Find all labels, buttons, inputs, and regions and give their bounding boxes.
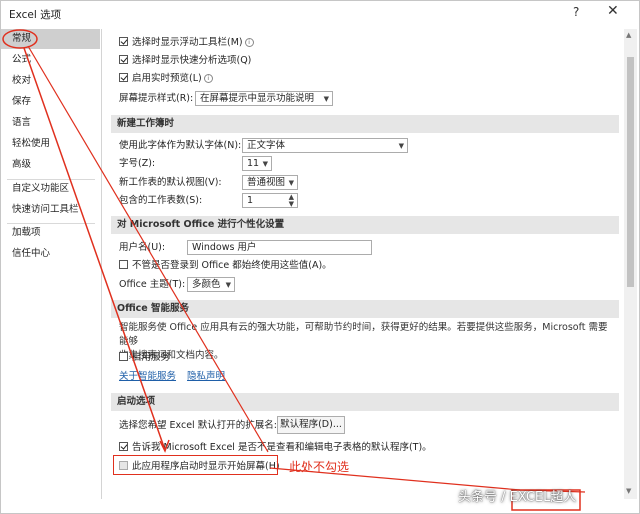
sidebar-item-language[interactable]: 语言 [1, 113, 100, 133]
default-programs-button[interactable]: 默认程序(D)... [277, 416, 345, 434]
chevron-down-icon: ▼ [288, 179, 294, 187]
always-use-label: 不管是否登录到 Office 都始终使用这些值(A)。 [132, 260, 332, 271]
sidebar: 常规 公式 校对 保存 语言 轻松使用 高级 自定义功能区 快速访问工具栏 加载… [1, 29, 102, 499]
mini-toolbar-label: 选择时显示浮动工具栏(M) [132, 37, 243, 48]
watermark: 头条号 / EXCEL超人 [458, 490, 577, 505]
sidebar-item-general[interactable]: 常规 [1, 29, 100, 49]
info-icon: i [203, 74, 213, 83]
sidebar-item-add-ins[interactable]: 加载项 [1, 223, 100, 243]
live-preview-checkbox[interactable] [119, 73, 128, 82]
default-font-label: 使用此字体作为默认字体(N): [119, 140, 242, 151]
screentip-style-select[interactable]: 在屏幕提示中显示功能说明 ▼ [195, 91, 333, 106]
mini-toolbar-option[interactable]: 选择时显示浮动工具栏(M) i [119, 35, 254, 51]
stepper-arrows-icon: ▲ ▼ [288, 193, 294, 208]
description-line: 智能服务使 Office 应用具有云的强大功能，可帮助节约时间，获得更好的结果。… [119, 322, 608, 347]
sheet-count-value: 1 [247, 195, 254, 206]
dialog-title: Excel 选项 [9, 9, 62, 21]
default-view-value: 普通视图 [247, 177, 286, 188]
extensions-label: 选择您希望 Excel 默认打开的扩展名: [119, 420, 277, 431]
always-use-option[interactable]: 不管是否登录到 Office 都始终使用这些值(A)。 [119, 258, 332, 274]
enable-services-checkbox[interactable] [119, 352, 128, 361]
enable-services-label: 启用服务 [132, 352, 171, 363]
chevron-down-icon: ▼ [323, 95, 329, 103]
description-line: 收集搜索词和文档内容。 [119, 350, 224, 361]
sidebar-item-trust-center[interactable]: 信任中心 [1, 244, 100, 264]
scrollbar-thumb[interactable] [627, 57, 634, 287]
excel-options-dialog: Excel 选项 ? ✕ 常规 公式 校对 保存 语言 轻松使用 高级 自定义功… [0, 0, 640, 514]
intelligent-services-description: 智能服务使 Office 应用具有云的强大功能，可帮助节约时间，获得更好的结果。… [119, 321, 615, 363]
office-theme-value: 多颜色 [192, 279, 221, 290]
tell-me-option[interactable]: 告诉我 Microsoft Excel 是否不是查看和编辑电子表格的默认程序(T… [119, 440, 432, 456]
sidebar-item-quick-access-toolbar[interactable]: 快速访问工具栏 [1, 200, 100, 220]
screentip-style-value: 在屏幕提示中显示功能说明 [200, 93, 315, 104]
default-view-select[interactable]: 普通视图 ▼ [242, 175, 298, 190]
screentip-label: 屏幕提示样式(R): [119, 93, 194, 104]
title-bar: Excel 选项 ? ✕ [1, 1, 639, 27]
sidebar-item-advanced[interactable]: 高级 [1, 155, 100, 175]
quick-analysis-label: 选择时显示快速分析选项(Q) [132, 55, 252, 66]
options-content: 选择时显示浮动工具栏(M) i 选择时显示快速分析选项(Q) 启用实时预览(L) i… [105, 29, 623, 499]
mini-toolbar-checkbox[interactable] [119, 37, 128, 46]
tell-me-checkbox[interactable] [119, 442, 128, 451]
always-use-checkbox[interactable] [119, 260, 128, 269]
font-size-value: 11 [247, 158, 260, 169]
default-view-label: 新工作表的默认视图(V): [119, 177, 222, 188]
office-theme-select[interactable]: 多颜色 ▼ [187, 277, 235, 292]
sidebar-item-save[interactable]: 保存 [1, 92, 100, 112]
default-font-select[interactable]: 正文字体 ▼ [242, 138, 408, 153]
vertical-scrollbar[interactable]: ▲ ▼ [624, 29, 637, 499]
section-personalize: 对 Microsoft Office 进行个性化设置 [111, 216, 619, 234]
default-font-value: 正文字体 [247, 140, 286, 151]
sidebar-item-formulas[interactable]: 公式 [1, 50, 100, 70]
chevron-down-icon: ▼ [225, 281, 231, 289]
annotation-highlight-box [113, 455, 278, 475]
live-preview-label: 启用实时预览(L) [132, 73, 202, 84]
font-size-label: 字号(Z): [119, 158, 156, 169]
sidebar-item-customize-ribbon[interactable]: 自定义功能区 [1, 179, 100, 199]
info-icon: i [244, 38, 254, 47]
sheet-count-stepper[interactable]: 1 ▲ ▼ [242, 193, 298, 208]
font-size-select[interactable]: 11 ▼ [242, 156, 272, 171]
office-theme-label: Office 主题(T): [119, 279, 186, 290]
scroll-up-icon[interactable]: ▲ [626, 31, 631, 39]
privacy-statement-link[interactable]: 隐私声明 [187, 371, 225, 382]
section-intelligent-services: Office 智能服务 [111, 300, 619, 318]
username-label: 用户名(U): [119, 242, 166, 253]
username-input[interactable]: Windows 用户 [187, 240, 372, 255]
chevron-down-icon: ▼ [262, 160, 268, 168]
quick-analysis-option[interactable]: 选择时显示快速分析选项(Q) [119, 53, 251, 69]
chevron-down-icon: ▼ [398, 142, 404, 150]
help-button[interactable]: ? [573, 5, 579, 19]
tell-me-label: 告诉我 Microsoft Excel 是否不是查看和编辑电子表格的默认程序(T… [132, 442, 432, 453]
about-intelligent-services-link[interactable]: 关于智能服务 [119, 371, 176, 382]
sheet-count-label: 包含的工作表数(S): [119, 195, 203, 206]
enable-services-option[interactable]: 启用服务 [119, 350, 170, 366]
section-startup: 启动选项 [111, 393, 619, 411]
sidebar-item-proofing[interactable]: 校对 [1, 71, 100, 91]
live-preview-option[interactable]: 启用实时预览(L) i [119, 71, 213, 87]
section-new-workbook: 新建工作簿时 [111, 115, 619, 133]
intelligent-links: 关于智能服务 隐私声明 [119, 369, 225, 385]
scroll-down-icon[interactable]: ▼ [626, 487, 631, 495]
close-button[interactable]: ✕ [607, 3, 619, 19]
sidebar-item-ease-of-access[interactable]: 轻松使用 [1, 134, 100, 154]
annotation-label: 此处不勾选 [289, 460, 350, 474]
quick-analysis-checkbox[interactable] [119, 55, 128, 64]
